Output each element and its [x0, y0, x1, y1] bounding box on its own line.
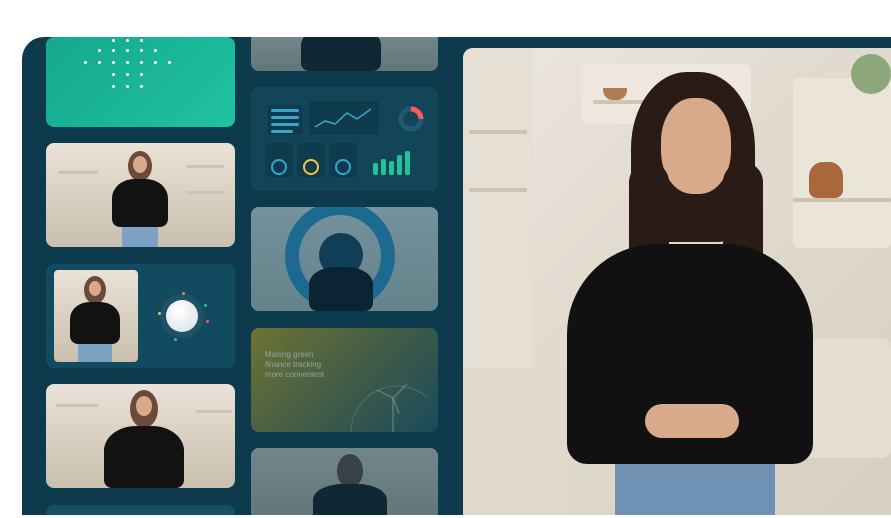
presenter-figure-large: [539, 72, 839, 515]
video-gallery-panel: Making green finance tracking more conve…: [22, 37, 891, 515]
presenter-circle-frame-tile[interactable]: [251, 207, 438, 311]
teal-dot-pattern-tile: [46, 37, 235, 127]
presenter-thumbnail-top-clipped[interactable]: [251, 37, 438, 71]
donut-chart-icon: [398, 106, 424, 132]
presenter-figure: [108, 151, 172, 247]
dot-grid-icon: [84, 39, 188, 99]
loading-orb-icon: [166, 300, 198, 332]
presenter-thumbnail-2: [54, 270, 138, 362]
trend-line-icon: [309, 101, 379, 135]
finance-caption-line-1: Making green: [265, 350, 314, 359]
finance-caption-line-3: more convenient: [265, 370, 325, 379]
presenter-thumbnail-3[interactable]: [46, 384, 235, 488]
finance-caption-line-2: finance tracking: [265, 360, 322, 369]
presenter-loading-card[interactable]: [46, 264, 235, 368]
wind-turbine-icon: [350, 383, 427, 432]
analytics-dashboard-tile: [251, 87, 438, 191]
presenter-thumbnail-dimmed[interactable]: [251, 448, 438, 515]
main-video-preview[interactable]: [463, 48, 891, 515]
presenter-thumbnail-1[interactable]: [46, 143, 235, 247]
green-finance-tile[interactable]: Making green finance tracking more conve…: [251, 328, 438, 432]
thumbnail-partial-bottom: [46, 505, 235, 515]
